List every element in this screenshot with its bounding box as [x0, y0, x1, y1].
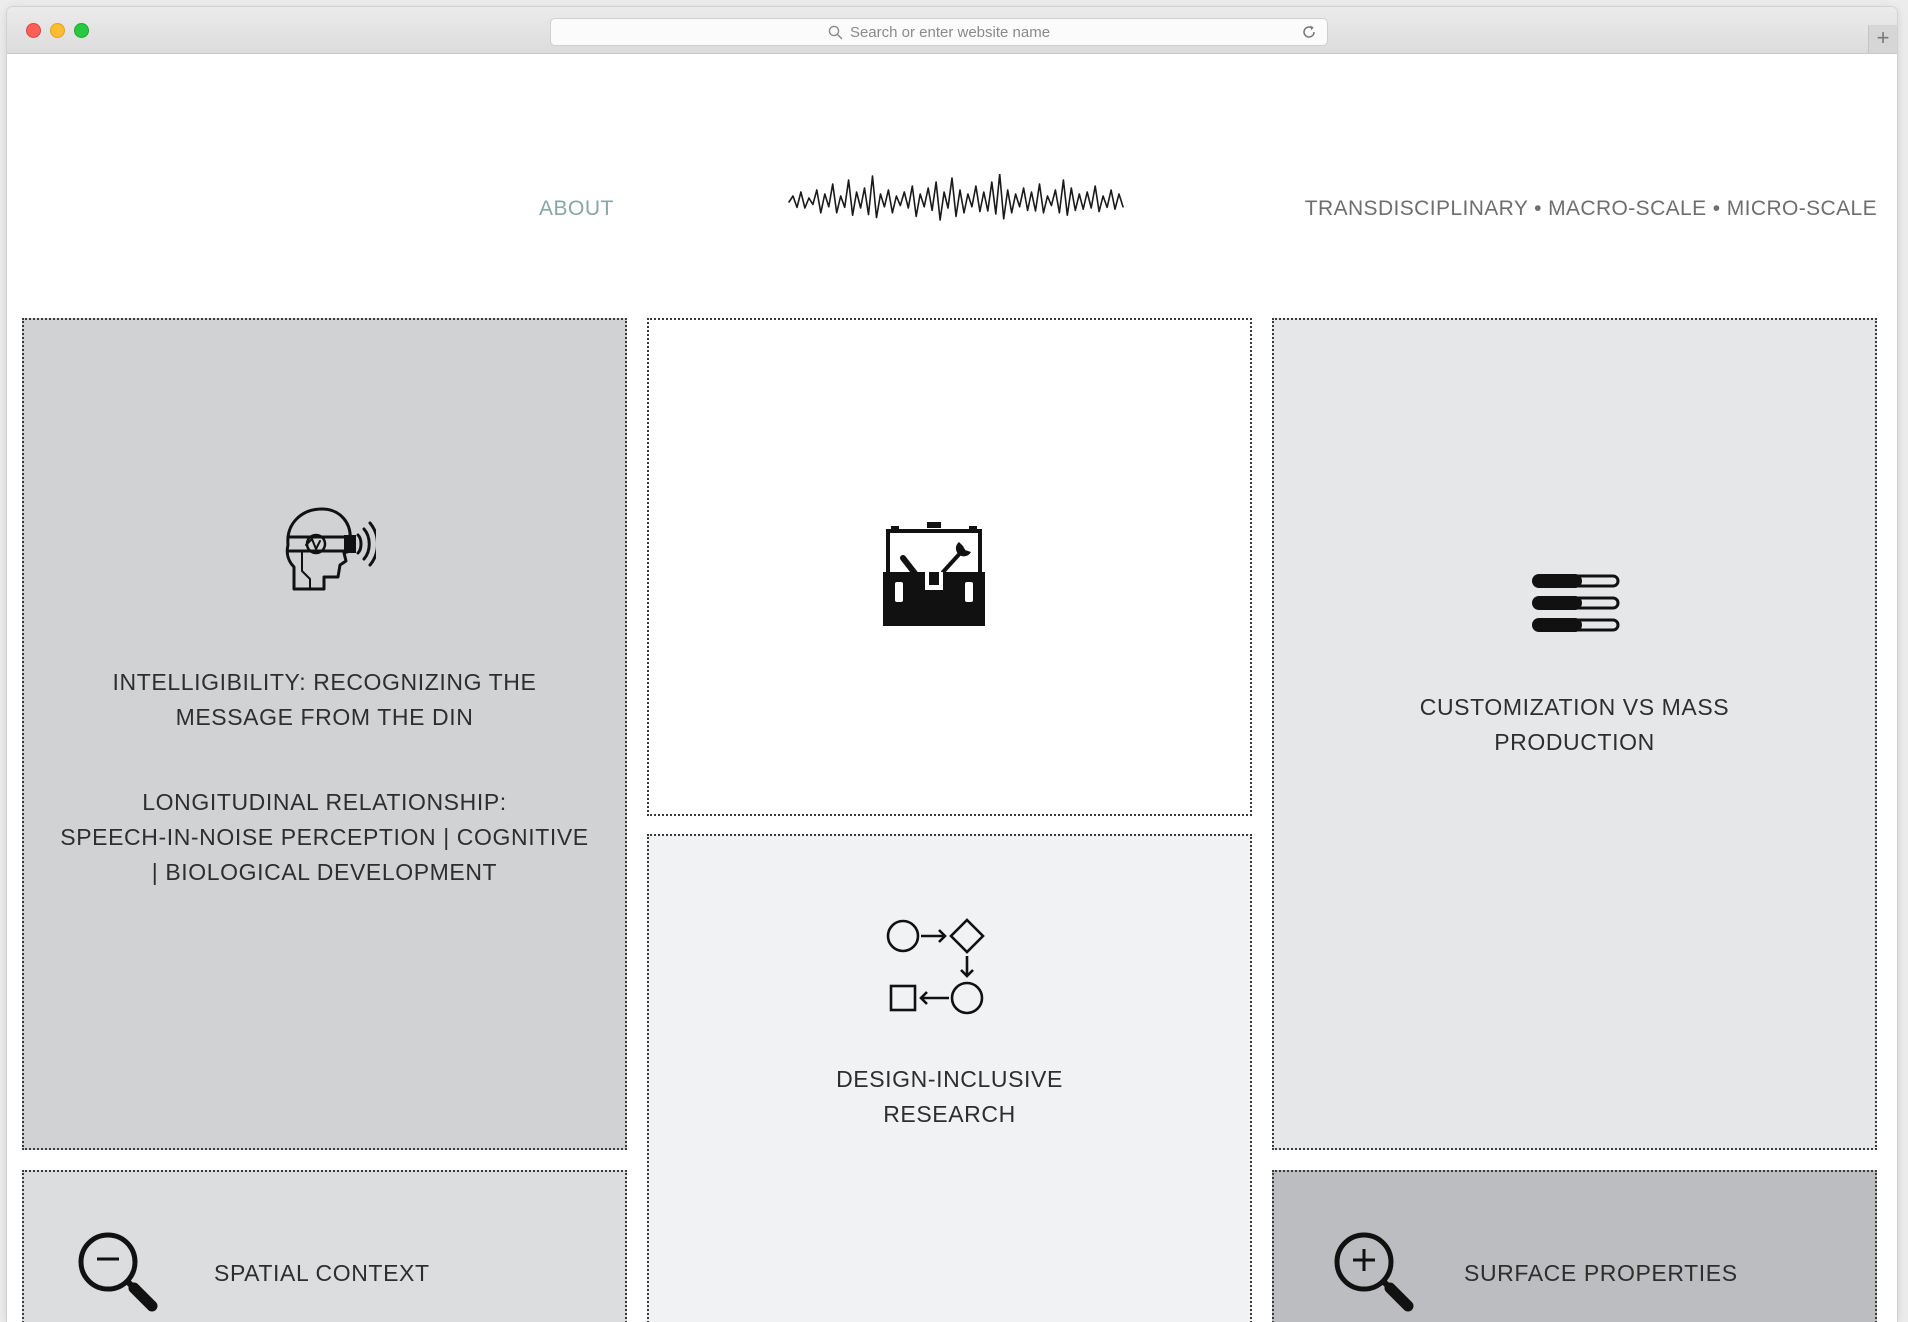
longitudinal-line3: | BIOLOGICAL DEVELOPMENT	[151, 859, 498, 885]
surface-properties-label: SURFACE PROPERTIES	[1464, 1260, 1738, 1286]
page-content: ABOUT TRANSDISCIPLINARY • MACRO-SCALE • …	[7, 54, 1897, 1322]
search-icon	[828, 25, 843, 39]
close-window-button[interactable]	[26, 23, 41, 38]
tile-toolbox[interactable]	[647, 318, 1252, 816]
tubes-icon	[1532, 574, 1620, 632]
tile-spatial-context[interactable]: SPATIAL CONTEXT	[22, 1170, 627, 1322]
customization-line2: PRODUCTION	[1494, 729, 1655, 755]
tile-customization[interactable]: CUSTOMIZATION VS MASS PRODUCTION	[1272, 318, 1877, 1150]
tile-design-inclusive-research[interactable]: DESIGN-INCLUSIVE RESEARCH	[647, 834, 1252, 1322]
address-placeholder: Search or enter website name	[849, 23, 1051, 41]
browser-titlebar: Search or enter website name +	[7, 7, 1897, 54]
tile-surface-properties[interactable]: SURFACE PROPERTIES	[1272, 1170, 1877, 1322]
browser-window: Search or enter website name + ABOUT TRA…	[7, 7, 1897, 1322]
longitudinal-line2: SPEECH-IN-NOISE PERCEPTION | COGNITIVE	[60, 824, 589, 850]
process-flow-icon	[886, 918, 985, 1015]
intelligibility-title-line1: INTELLIGIBILITY: RECOGNIZING THE	[112, 669, 537, 695]
nav-tagline: TRANSDISCIPLINARY • MACRO-SCALE • MICRO-…	[1304, 197, 1877, 220]
spatial-context-label: SPATIAL CONTEXT	[214, 1260, 430, 1286]
head-listening-icon	[285, 507, 376, 591]
customization-line1: CUSTOMIZATION VS MASS	[1419, 694, 1730, 720]
zoom-out-icon	[78, 1232, 158, 1312]
longitudinal-line1: LONGITUDINAL RELATIONSHIP:	[142, 789, 507, 815]
tile-intelligibility[interactable]: INTELLIGIBILITY: RECOGNIZING THE MESSAGE…	[22, 318, 627, 1150]
design-line2: RESEARCH	[883, 1101, 1016, 1127]
new-tab-button[interactable]: +	[1868, 25, 1897, 53]
zoom-in-icon	[1334, 1232, 1414, 1312]
address-bar[interactable]: Search or enter website name	[550, 18, 1328, 46]
design-line1: DESIGN-INCLUSIVE	[836, 1066, 1063, 1092]
intelligibility-title-line2: MESSAGE FROM THE DIN	[175, 704, 474, 730]
maximize-window-button[interactable]	[74, 23, 89, 38]
nav-about-link[interactable]: ABOUT	[539, 197, 614, 221]
toolbox-icon	[883, 522, 985, 626]
reload-icon[interactable]	[1301, 24, 1317, 40]
minimize-window-button[interactable]	[50, 23, 65, 38]
sound-waveform-icon[interactable]	[787, 174, 1125, 230]
